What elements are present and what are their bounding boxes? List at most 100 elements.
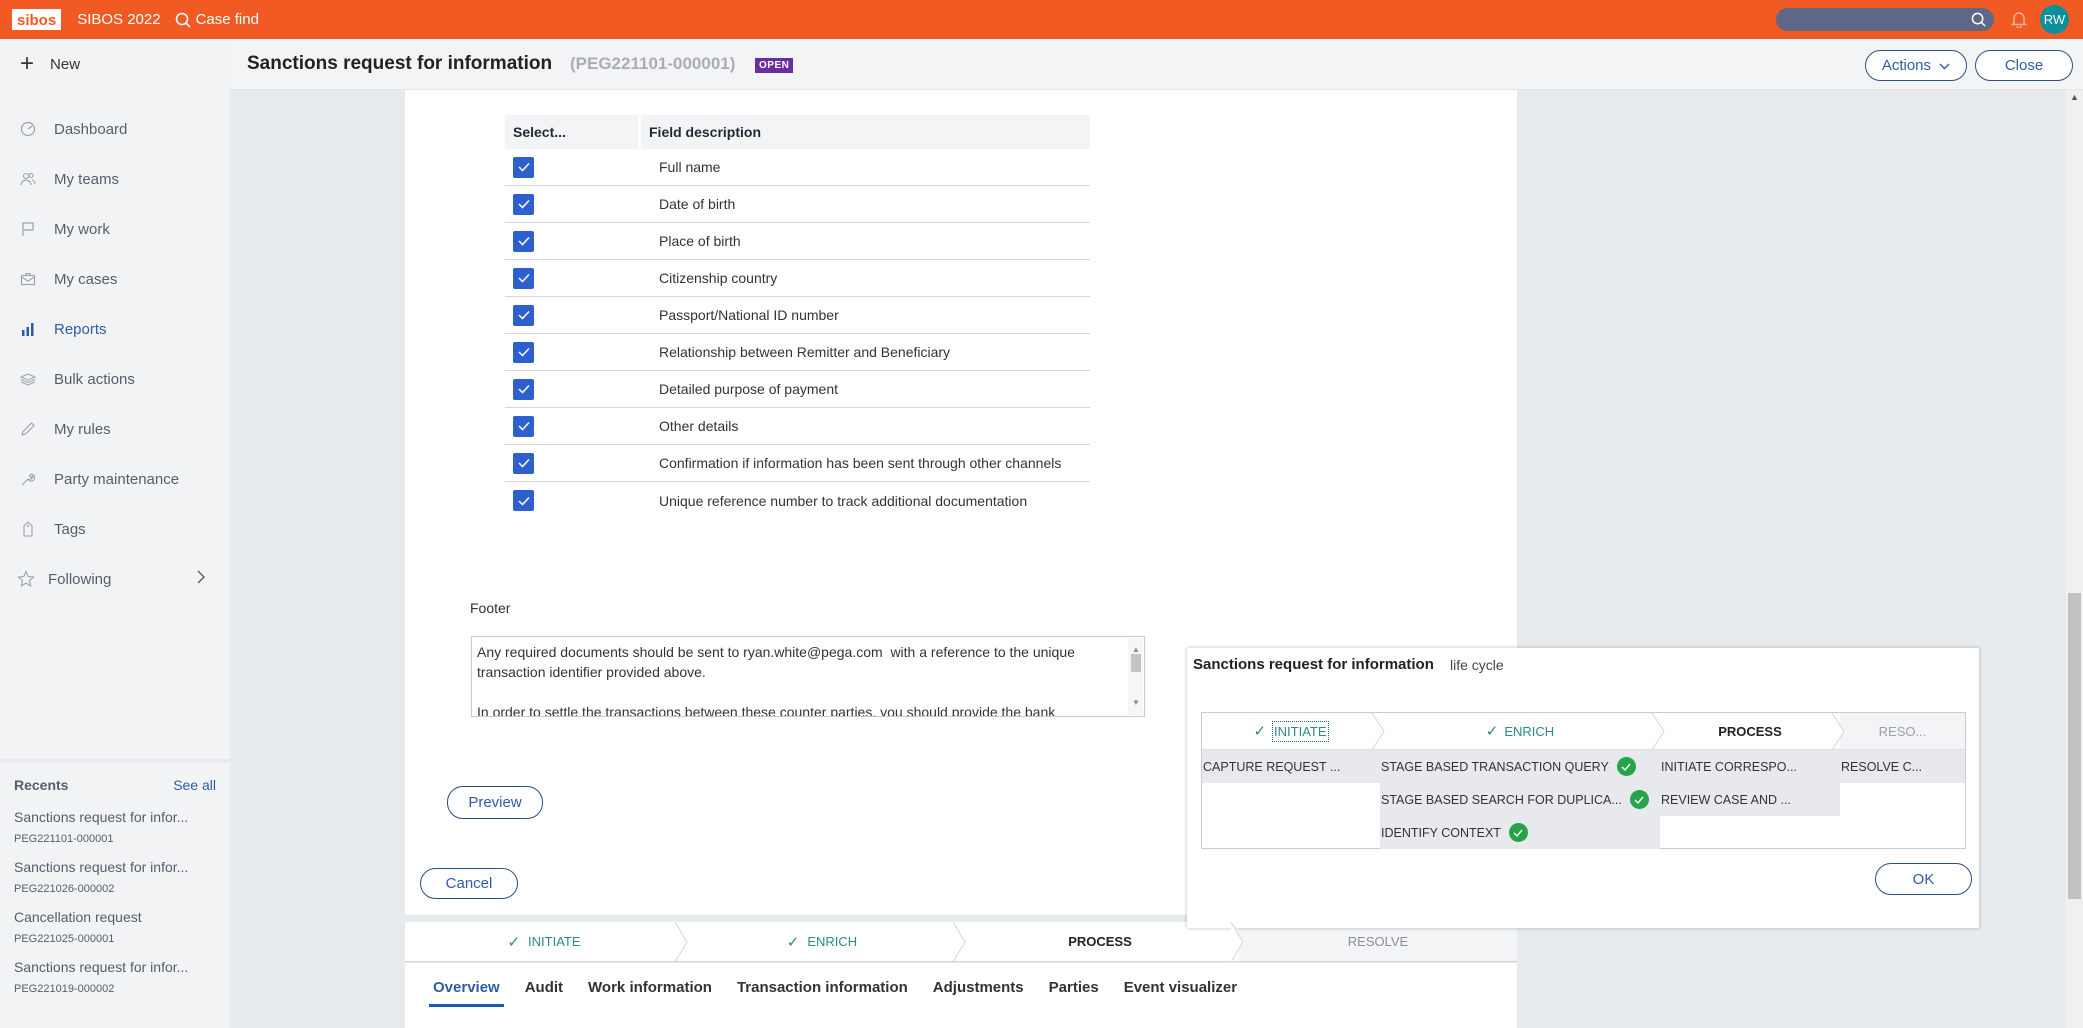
sidebar-item-dashboard[interactable]: Dashboard — [0, 104, 230, 154]
select-checkbox[interactable] — [513, 230, 534, 252]
sidebar-item-my-work[interactable]: My work — [0, 204, 230, 254]
check-icon — [517, 421, 530, 431]
sidebar-item-bulk-actions[interactable]: Bulk actions — [0, 354, 230, 404]
select-checkbox[interactable] — [513, 193, 534, 215]
scroll-thumb[interactable] — [2068, 593, 2081, 899]
sidebar-item-party-maintenance[interactable]: Party maintenance — [0, 454, 230, 504]
stage-label: ENRICH — [1504, 723, 1555, 739]
recent-item-id: PEG221026-000002 — [14, 883, 115, 895]
lifecycle-step[interactable]: RESOLVE C... — [1840, 750, 1965, 783]
select-checkbox[interactable] — [513, 156, 534, 178]
global-search-input[interactable] — [1776, 8, 1994, 31]
recent-item[interactable]: Sanctions request for infor... PEG221101… — [14, 809, 216, 845]
sidebar-item-following[interactable]: Following — [0, 554, 230, 604]
actions-label: Actions — [1881, 56, 1932, 74]
scroll-up-icon[interactable]: ▲ — [2070, 92, 2079, 102]
tab-event-visualizer[interactable]: Event visualizer — [1124, 963, 1237, 1007]
footer-textarea[interactable]: Any required documents should be sent to… — [471, 636, 1145, 717]
recent-item-name: Sanctions request for infor... — [14, 959, 189, 975]
chevron-right-icon[interactable] — [197, 570, 205, 588]
actions-button[interactable]: Actions — [1865, 50, 1967, 81]
teams-icon — [20, 171, 36, 187]
sidebar-nav: Dashboard My teams My work My cases Repo… — [0, 104, 230, 604]
select-checkbox[interactable] — [513, 452, 534, 474]
lifecycle-step[interactable]: REVIEW CASE AND ... — [1660, 783, 1840, 816]
check-icon — [517, 310, 530, 320]
check-icon — [517, 384, 530, 394]
search-icon[interactable] — [1971, 12, 1986, 27]
table-row: Date of birth — [505, 186, 1090, 223]
step-label: REVIEW CASE AND ... — [1661, 792, 1791, 807]
new-button[interactable]: + New — [20, 52, 80, 76]
recent-item[interactable]: Sanctions request for infor... PEG221019… — [14, 959, 216, 995]
field-selection-table: Select... Field description Full name Dat… — [505, 115, 1090, 519]
lifecycle-stage-initiate[interactable]: ✓ INITIATE — [1202, 713, 1385, 750]
ok-button[interactable]: OK — [1875, 863, 1972, 895]
tab-parties[interactable]: Parties — [1049, 963, 1099, 1007]
column-header-select[interactable]: Select... — [505, 115, 641, 149]
lifecycle-column: STAGE BASED TRANSACTION QUERY STAGE BASE… — [1380, 750, 1660, 849]
see-all-link[interactable]: See all — [173, 777, 216, 793]
sidebar-item-my-cases[interactable]: My cases — [0, 254, 230, 304]
scroll-thumb[interactable] — [1131, 654, 1141, 672]
select-checkbox[interactable] — [513, 341, 534, 363]
page-scrollbar[interactable]: ▲ — [2066, 90, 2083, 1028]
lifecycle-step[interactable]: INITIATE CORRESPO... — [1660, 750, 1840, 783]
tab-audit[interactable]: Audit — [525, 963, 563, 1007]
lifecycle-step[interactable]: STAGE BASED TRANSACTION QUERY — [1380, 750, 1660, 783]
column-header-description[interactable]: Field description — [641, 115, 761, 149]
lifecycle-step[interactable]: IDENTIFY CONTEXT — [1380, 816, 1660, 849]
sidebar-item-label: Dashboard — [54, 120, 128, 138]
sidebar-item-reports[interactable]: Reports — [0, 304, 230, 354]
chevron-separator-icon — [1832, 713, 1845, 750]
lifecycle-step[interactable]: STAGE BASED SEARCH FOR DUPLICA... — [1380, 783, 1660, 816]
stage-label: ENRICH — [807, 934, 858, 949]
field-description: Detailed purpose of payment — [659, 381, 838, 397]
field-description: Other details — [659, 418, 739, 434]
preview-button[interactable]: Preview — [447, 786, 543, 819]
recent-item[interactable]: Cancellation request PEG221025-000001 — [14, 909, 216, 945]
scroll-down-icon[interactable]: ▼ — [1132, 693, 1140, 713]
lifecycle-column: CAPTURE REQUEST ... — [1202, 750, 1380, 848]
stage-enrich[interactable]: ✓ ENRICH — [683, 922, 966, 962]
check-icon — [517, 496, 530, 506]
user-avatar[interactable]: RW — [2040, 5, 2069, 34]
select-checkbox[interactable] — [513, 415, 534, 437]
notifications-bell-icon[interactable] — [2010, 10, 2028, 32]
stage-label: PROCESS — [1068, 934, 1132, 949]
select-checkbox[interactable] — [513, 378, 534, 400]
case-find-button[interactable]: Case find — [175, 11, 259, 28]
lifecycle-column: INITIATE CORRESPO... REVIEW CASE AND ... — [1660, 750, 1840, 848]
check-circle-icon — [1629, 790, 1649, 809]
sidebar-item-my-teams[interactable]: My teams — [0, 154, 230, 204]
sidebar-item-my-rules[interactable]: My rules — [0, 404, 230, 454]
tab-work-information[interactable]: Work information — [588, 963, 712, 1007]
sidebar-item-tags[interactable]: Tags — [0, 504, 230, 554]
footer-label: Footer — [470, 600, 511, 616]
close-button[interactable]: Close — [1975, 50, 2073, 81]
recent-item-id: PEG221019-000002 — [14, 983, 115, 995]
stage-initiate[interactable]: ✓ INITIATE — [405, 922, 688, 962]
recent-item[interactable]: Sanctions request for infor... PEG221026… — [14, 859, 216, 895]
select-checkbox[interactable] — [513, 304, 534, 326]
sidebar-item-label: Bulk actions — [54, 370, 135, 388]
lifecycle-stage-resolve[interactable]: RESO... — [1840, 713, 1965, 749]
tab-adjustments[interactable]: Adjustments — [933, 963, 1024, 1007]
textarea-scrollbar[interactable]: ▲ ▼ — [1128, 638, 1143, 715]
table-row: Other details — [505, 408, 1090, 445]
tab-overview[interactable]: Overview — [429, 963, 504, 1007]
sibos-logo[interactable]: sibos — [12, 9, 62, 30]
lifecycle-step[interactable]: CAPTURE REQUEST ... — [1202, 750, 1380, 783]
select-checkbox[interactable] — [513, 267, 534, 289]
app-title[interactable]: SIBOS 2022 — [77, 11, 160, 28]
tab-transaction-information[interactable]: Transaction information — [737, 963, 908, 1007]
lifecycle-stage-process[interactable]: PROCESS — [1660, 713, 1845, 750]
check-icon — [517, 273, 530, 283]
select-checkbox[interactable] — [513, 490, 534, 511]
stage-label: RESOLVE — [1347, 934, 1409, 949]
sidebar-item-label: Reports — [54, 320, 107, 338]
lifecycle-column: RESOLVE C... — [1840, 750, 1965, 848]
lifecycle-stage-enrich[interactable]: ✓ ENRICH — [1380, 713, 1665, 750]
footer-text: Any required documents should be sent to… — [477, 644, 1075, 717]
cancel-button[interactable]: Cancel — [420, 868, 518, 899]
